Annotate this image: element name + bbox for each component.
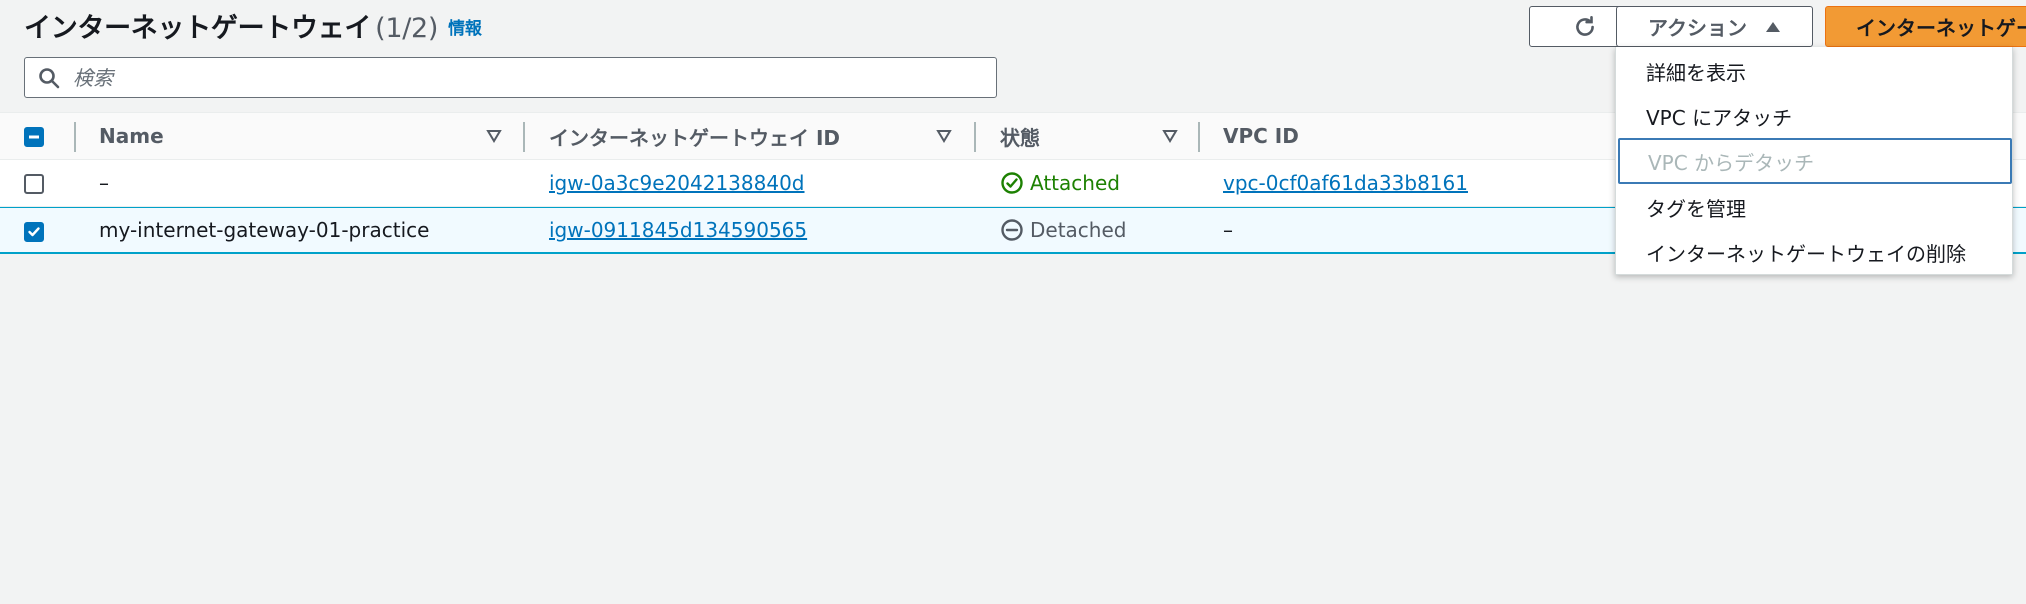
row-state-label: Detached	[1030, 218, 1127, 242]
refresh-icon	[1575, 15, 1594, 36]
menu-item-detach-vpc: VPC からデタッチ	[1618, 138, 2012, 184]
info-link[interactable]: 情報	[448, 19, 482, 39]
search-box[interactable]	[24, 57, 997, 98]
page-title: インターネットゲートウェイ (1/2) 情報	[24, 6, 482, 45]
row-state-label: Attached	[1030, 171, 1120, 195]
create-gateway-button[interactable]: インターネットゲートウェイの作成	[1825, 6, 2026, 47]
column-divider	[74, 122, 76, 152]
row-state: Attached	[1000, 160, 1120, 206]
caret-up-icon	[1766, 21, 1780, 32]
actions-button[interactable]: アクション	[1616, 6, 1813, 47]
page-title-text: インターネットゲートウェイ	[24, 13, 372, 44]
sort-icon[interactable]	[1161, 127, 1179, 145]
column-divider[interactable]	[974, 122, 976, 152]
create-gateway-label: インターネットゲートウェイの作成	[1856, 16, 2026, 40]
item-count: (1/2)	[375, 13, 439, 44]
row-checkbox[interactable]	[24, 222, 44, 242]
search-input[interactable]	[73, 65, 973, 90]
search-icon	[39, 67, 60, 88]
sort-icon[interactable]	[485, 127, 503, 145]
column-header-vpc-id[interactable]: VPC ID	[1223, 113, 1299, 159]
row-checkbox[interactable]	[24, 174, 44, 194]
row-name: –	[99, 171, 109, 195]
row-vpc-id: –	[1223, 218, 1233, 242]
page: インターネットゲートウェイ(1/2) 情報 アクション インターネットゲートウェイ…	[0, 0, 2026, 604]
sort-icon[interactable]	[935, 127, 953, 145]
column-divider[interactable]	[523, 122, 525, 152]
column-divider[interactable]	[1198, 122, 1200, 152]
menu-item-view-details[interactable]: 詳細を表示	[1616, 48, 2014, 94]
row-name: my-internet-gateway-01-practice	[99, 218, 430, 242]
row-state: Detached	[1000, 208, 1126, 252]
actions-menu: 詳細を表示 VPC にアタッチ VPC からデタッチ タグを管理 インターネット…	[1615, 47, 2013, 275]
menu-item-delete-gateway[interactable]: インターネットゲートウェイの削除	[1616, 229, 2014, 275]
minus-circle-icon	[1001, 219, 1023, 241]
column-header-state[interactable]: 状態	[1000, 113, 1040, 159]
column-header-name[interactable]: Name	[99, 113, 164, 159]
column-header-igw-id[interactable]: インターネットゲートウェイ ID	[549, 113, 840, 159]
menu-item-attach-vpc[interactable]: VPC にアタッチ	[1616, 93, 2014, 139]
check-circle-icon	[1001, 172, 1023, 194]
menu-item-manage-tags[interactable]: タグを管理	[1616, 184, 2014, 230]
actions-button-label: アクション	[1648, 16, 1747, 40]
select-all-checkbox[interactable]	[24, 127, 44, 147]
row-igw-id-link[interactable]: igw-0911845d134590565	[549, 208, 807, 252]
row-vpc-id-link[interactable]: vpc-0cf0af61da33b8161	[1223, 160, 1468, 206]
row-igw-id-link[interactable]: igw-0a3c9e2042138840d	[549, 160, 805, 206]
